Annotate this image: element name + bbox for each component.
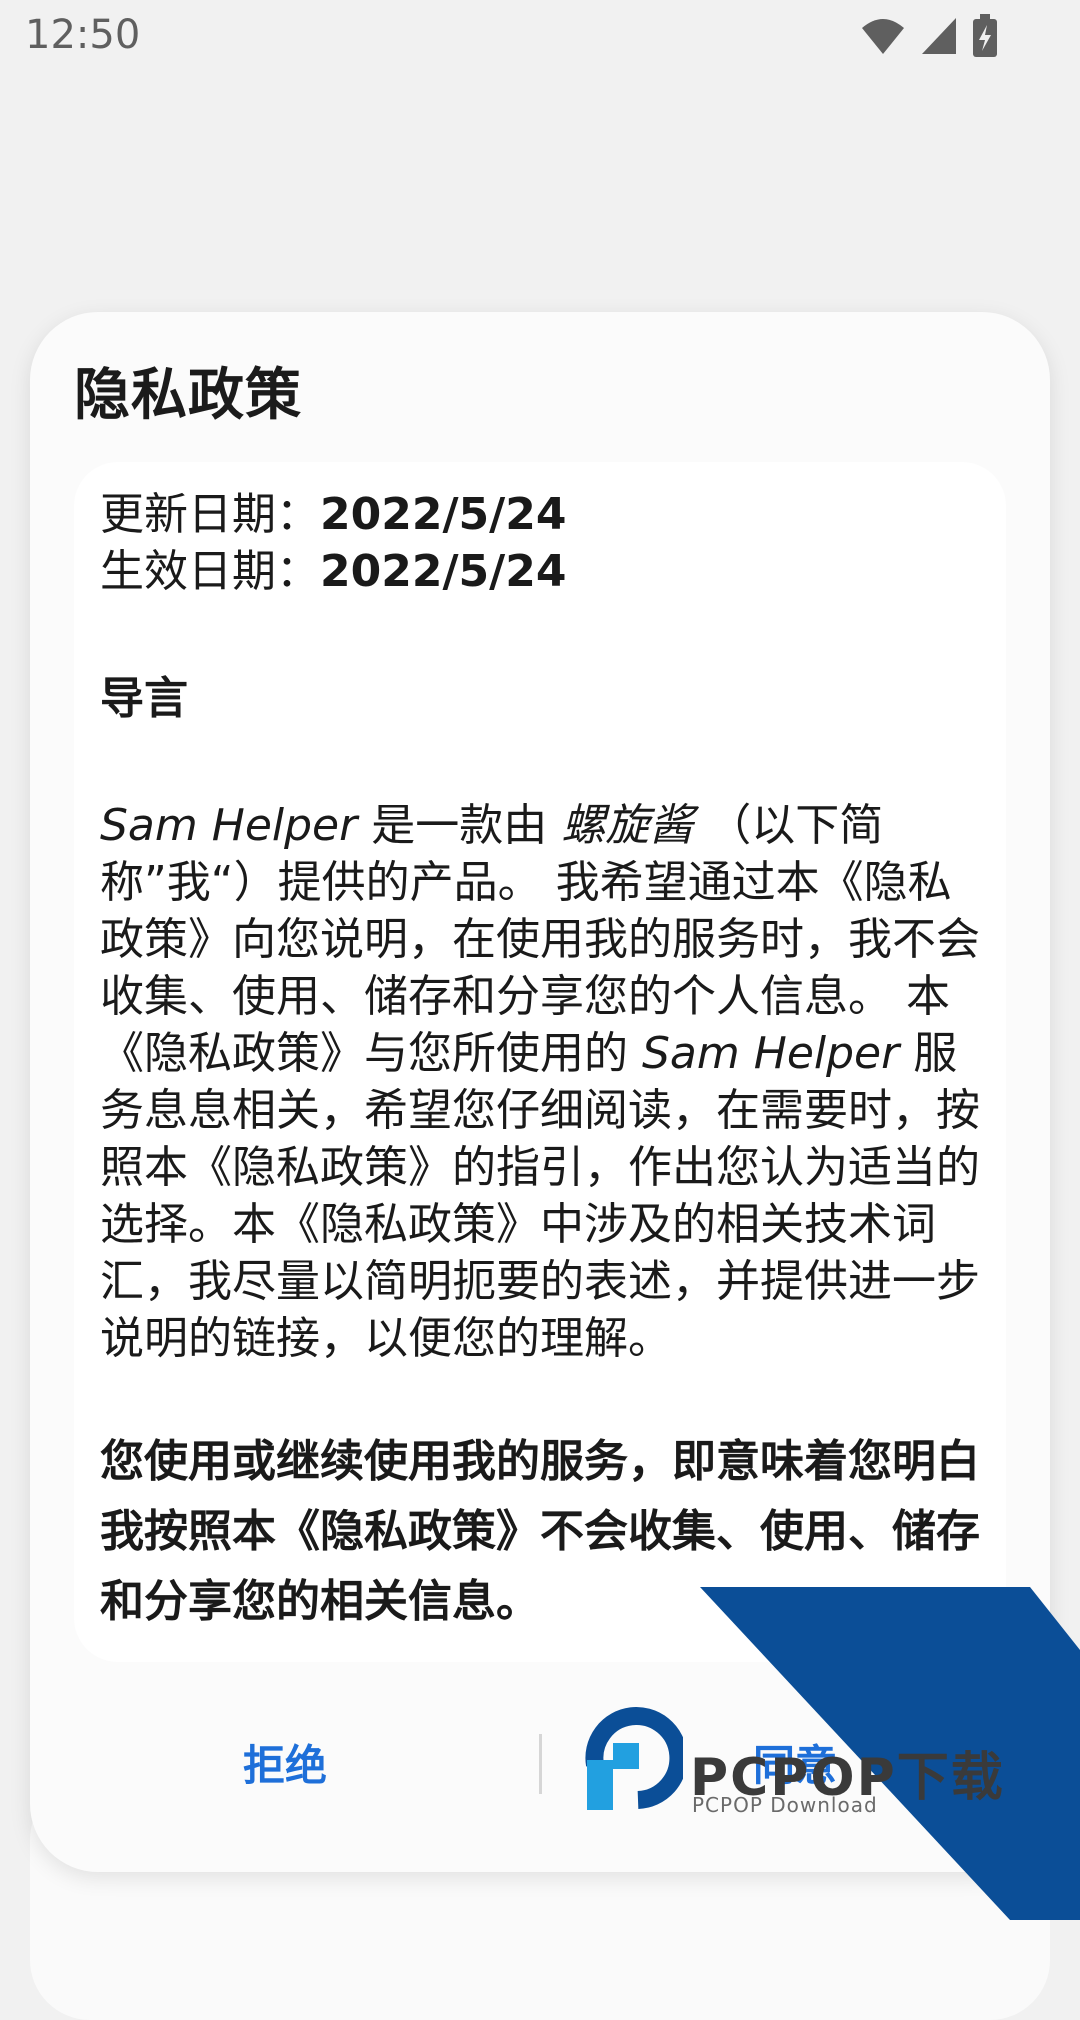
consent-paragraph: 您使用或继续使用我的服务，即意味着您明白我按照本《隐私政策》不会收集、使用、储存… bbox=[100, 1436, 980, 1627]
watermark-subtext: PCPOP Download bbox=[692, 1793, 878, 1817]
app-name: Sam Helper bbox=[100, 800, 358, 851]
policy-content-scroll[interactable]: 更新日期：2022/5/24 生效日期：2022/5/24 导言 Sam Hel… bbox=[74, 462, 1006, 1662]
reject-button[interactable]: 拒绝 bbox=[30, 1712, 540, 1812]
dialog-title: 隐私政策 bbox=[74, 363, 302, 428]
watermark-logo-icon bbox=[585, 1707, 683, 1810]
developer-name: 螺旋酱 bbox=[561, 800, 694, 851]
section-heading: 导言 bbox=[100, 673, 188, 724]
intro-text-1: 是一款由 bbox=[357, 800, 562, 851]
intro-paragraph: Sam Helper 是一款由 螺旋酱 （以下简称”我“）提供的产品。 我希望通… bbox=[100, 797, 980, 1367]
status-time: 12:50 bbox=[25, 12, 141, 58]
update-date-line: 更新日期：2022/5/24 bbox=[100, 486, 980, 543]
wifi-icon bbox=[862, 19, 904, 54]
update-date-value: 2022/5/24 bbox=[320, 489, 567, 540]
update-date-label: 更新日期： bbox=[100, 489, 320, 540]
effective-date-value: 2022/5/24 bbox=[320, 546, 567, 597]
effective-date-line: 生效日期：2022/5/24 bbox=[100, 543, 980, 600]
app-name-2: Sam Helper bbox=[642, 1028, 900, 1079]
status-icons bbox=[860, 14, 998, 58]
status-bar: 12:50 bbox=[0, 0, 1080, 76]
battery-charging-icon bbox=[973, 14, 997, 57]
effective-date-label: 生效日期： bbox=[100, 546, 320, 597]
privacy-policy-dialog: 隐私政策 更新日期：2022/5/24 生效日期：2022/5/24 导言 Sa… bbox=[30, 312, 1050, 1872]
cell-signal-icon bbox=[922, 18, 956, 54]
